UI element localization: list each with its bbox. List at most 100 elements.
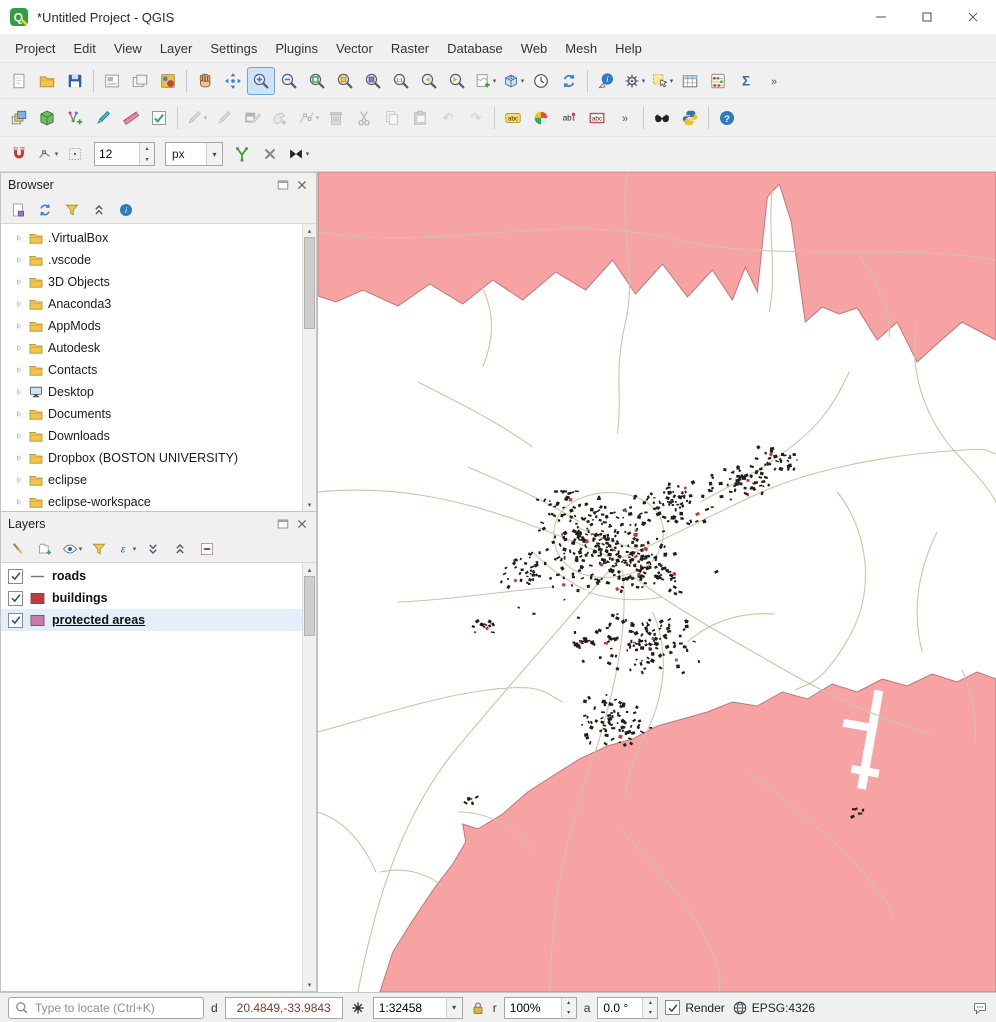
new-3d-map-view-button[interactable]: 3D▾ — [500, 68, 526, 94]
browser-item-autodesk[interactable]: Autodesk — [1, 337, 302, 359]
collapse-all-layers-button[interactable] — [168, 537, 192, 561]
manage-map-themes-button[interactable]: ▾ — [60, 537, 84, 561]
snapping-tolerance-spinner[interactable]: ▴▾ — [94, 142, 155, 166]
scale-combo[interactable]: ▾ — [373, 997, 463, 1019]
new-virtual-layer-button[interactable] — [118, 105, 144, 131]
add-selected-layers-button[interactable] — [6, 198, 30, 222]
show-layout-manager-button[interactable] — [127, 68, 153, 94]
run-feature-action-button[interactable]: ▾ — [621, 68, 647, 94]
open-layer-styling-button[interactable] — [6, 537, 30, 561]
expand-arrow-icon[interactable] — [14, 233, 24, 243]
browser-item-desktop[interactable]: Desktop — [1, 381, 302, 403]
menu-item-edit[interactable]: Edit — [64, 37, 104, 60]
snapping-units-combo[interactable]: px ▾ — [165, 142, 223, 166]
pan-to-selection-button[interactable] — [220, 68, 246, 94]
enable-tracing-dropdown-icon[interactable]: ▾ — [306, 150, 310, 158]
zoom-in-button[interactable] — [248, 68, 274, 94]
layer-item-protected-areas[interactable]: protected areas — [1, 609, 302, 631]
enable-snapping-button[interactable] — [6, 141, 32, 167]
zoom-next-button[interactable] — [444, 68, 470, 94]
scroll-track[interactable] — [303, 237, 316, 498]
zoom-last-button[interactable] — [416, 68, 442, 94]
snapping-mode-button[interactable]: ▾ — [34, 141, 60, 167]
browser-item-appmods[interactable]: AppMods — [1, 315, 302, 337]
browser-item-virtualbox[interactable]: .VirtualBox — [1, 227, 302, 249]
zoom-to-layer-button[interactable] — [360, 68, 386, 94]
menu-item-help[interactable]: Help — [606, 37, 651, 60]
browser-float-button[interactable] — [275, 177, 290, 192]
collapse-all-button[interactable] — [87, 198, 111, 222]
remove-layer-button[interactable] — [195, 537, 219, 561]
expand-arrow-icon[interactable] — [14, 365, 24, 375]
browser-item-anaconda3[interactable]: Anaconda3 — [1, 293, 302, 315]
menu-item-web[interactable]: Web — [512, 37, 557, 60]
tolerance-down-button[interactable]: ▾ — [140, 154, 154, 165]
menu-item-layer[interactable]: Layer — [151, 37, 202, 60]
refresh-map-button[interactable] — [556, 68, 582, 94]
filter-browser-button[interactable] — [60, 198, 84, 222]
add-group-button[interactable] — [33, 537, 57, 561]
scroll-up-icon[interactable]: ▴ — [303, 224, 316, 237]
new-spatialite-layer-button[interactable] — [146, 105, 172, 131]
scroll-down-icon[interactable]: ▾ — [303, 978, 316, 991]
open-data-source-manager-button[interactable] — [6, 105, 32, 131]
browser-item-dropbox-boston-university[interactable]: Dropbox (BOSTON UNIVERSITY) — [1, 447, 302, 469]
temporal-controller-button[interactable] — [528, 68, 554, 94]
expand-arrow-icon[interactable] — [14, 497, 24, 507]
browser-item-eclipse-workspace[interactable]: eclipse-workspace — [1, 491, 302, 511]
snapping-mode-dropdown-icon[interactable]: ▾ — [55, 150, 59, 158]
enable-tracing-button[interactable]: ▾ — [285, 141, 311, 167]
browser-scrollbar[interactable]: ▴ ▾ — [302, 224, 316, 511]
expand-arrow-icon[interactable] — [14, 409, 24, 419]
filter-by-expression-button[interactable]: ε▾ — [114, 537, 138, 561]
menu-item-raster[interactable]: Raster — [382, 37, 438, 60]
layer-item-buildings[interactable]: buildings — [1, 587, 302, 609]
menu-item-view[interactable]: View — [105, 37, 151, 60]
magnifier-down-button[interactable]: ▾ — [562, 1008, 576, 1018]
map-canvas[interactable] — [317, 172, 996, 992]
units-dropdown-icon[interactable]: ▾ — [206, 143, 222, 165]
rotation-input[interactable] — [598, 1001, 642, 1015]
scroll-thumb[interactable] — [304, 576, 315, 636]
zoom-full-button[interactable] — [304, 68, 330, 94]
save-project-button[interactable] — [62, 68, 88, 94]
scroll-track[interactable] — [303, 576, 316, 978]
tolerance-up-button[interactable]: ▴ — [140, 143, 154, 154]
scale-input[interactable] — [374, 1001, 446, 1015]
rotation-down-button[interactable]: ▾ — [643, 1008, 657, 1018]
browser-item-downloads[interactable]: Downloads — [1, 425, 302, 447]
help-contents-button[interactable]: ? — [714, 105, 740, 131]
zoom-native-button[interactable]: 1:1 — [388, 68, 414, 94]
browser-item-contacts[interactable]: Contacts — [1, 359, 302, 381]
zoom-out-button[interactable] — [276, 68, 302, 94]
select-features-button[interactable]: ▾ — [649, 68, 675, 94]
expand-arrow-icon[interactable] — [14, 255, 24, 265]
refresh-browser-button[interactable] — [33, 198, 57, 222]
snapping-tolerance-input[interactable] — [95, 147, 139, 161]
render-toggle[interactable]: Render — [665, 1000, 724, 1015]
select-features-dropdown-icon[interactable]: ▾ — [670, 77, 674, 85]
menu-item-plugins[interactable]: Plugins — [266, 37, 327, 60]
run-feature-action-dropdown-icon[interactable]: ▾ — [642, 77, 646, 85]
browser-close-button[interactable] — [294, 177, 309, 192]
open-project-button[interactable] — [34, 68, 60, 94]
crs-status[interactable]: EPSG:4326 — [732, 1000, 815, 1016]
zoom-to-selection-button[interactable] — [332, 68, 358, 94]
coordinate-box[interactable] — [225, 997, 343, 1019]
locate-search-box[interactable] — [8, 997, 204, 1019]
expand-arrow-icon[interactable] — [14, 453, 24, 463]
menu-item-vector[interactable]: Vector — [327, 37, 382, 60]
scroll-down-icon[interactable]: ▾ — [303, 498, 316, 511]
expand-arrow-icon[interactable] — [14, 299, 24, 309]
scroll-up-icon[interactable]: ▴ — [303, 563, 316, 576]
snapping-on-intersection-button[interactable] — [257, 141, 283, 167]
highlight-pinned-labels-button[interactable]: abc — [584, 105, 610, 131]
menu-item-mesh[interactable]: Mesh — [556, 37, 606, 60]
menu-item-settings[interactable]: Settings — [201, 37, 266, 60]
expand-arrow-icon[interactable] — [14, 321, 24, 331]
vertex-tool-dropdown-icon[interactable]: ▾ — [316, 114, 320, 122]
menu-item-database[interactable]: Database — [438, 37, 512, 60]
magnifier-up-button[interactable]: ▴ — [562, 998, 576, 1008]
open-snapping-options-button[interactable] — [62, 141, 88, 167]
layer-labeling-button[interactable]: abc — [500, 105, 526, 131]
